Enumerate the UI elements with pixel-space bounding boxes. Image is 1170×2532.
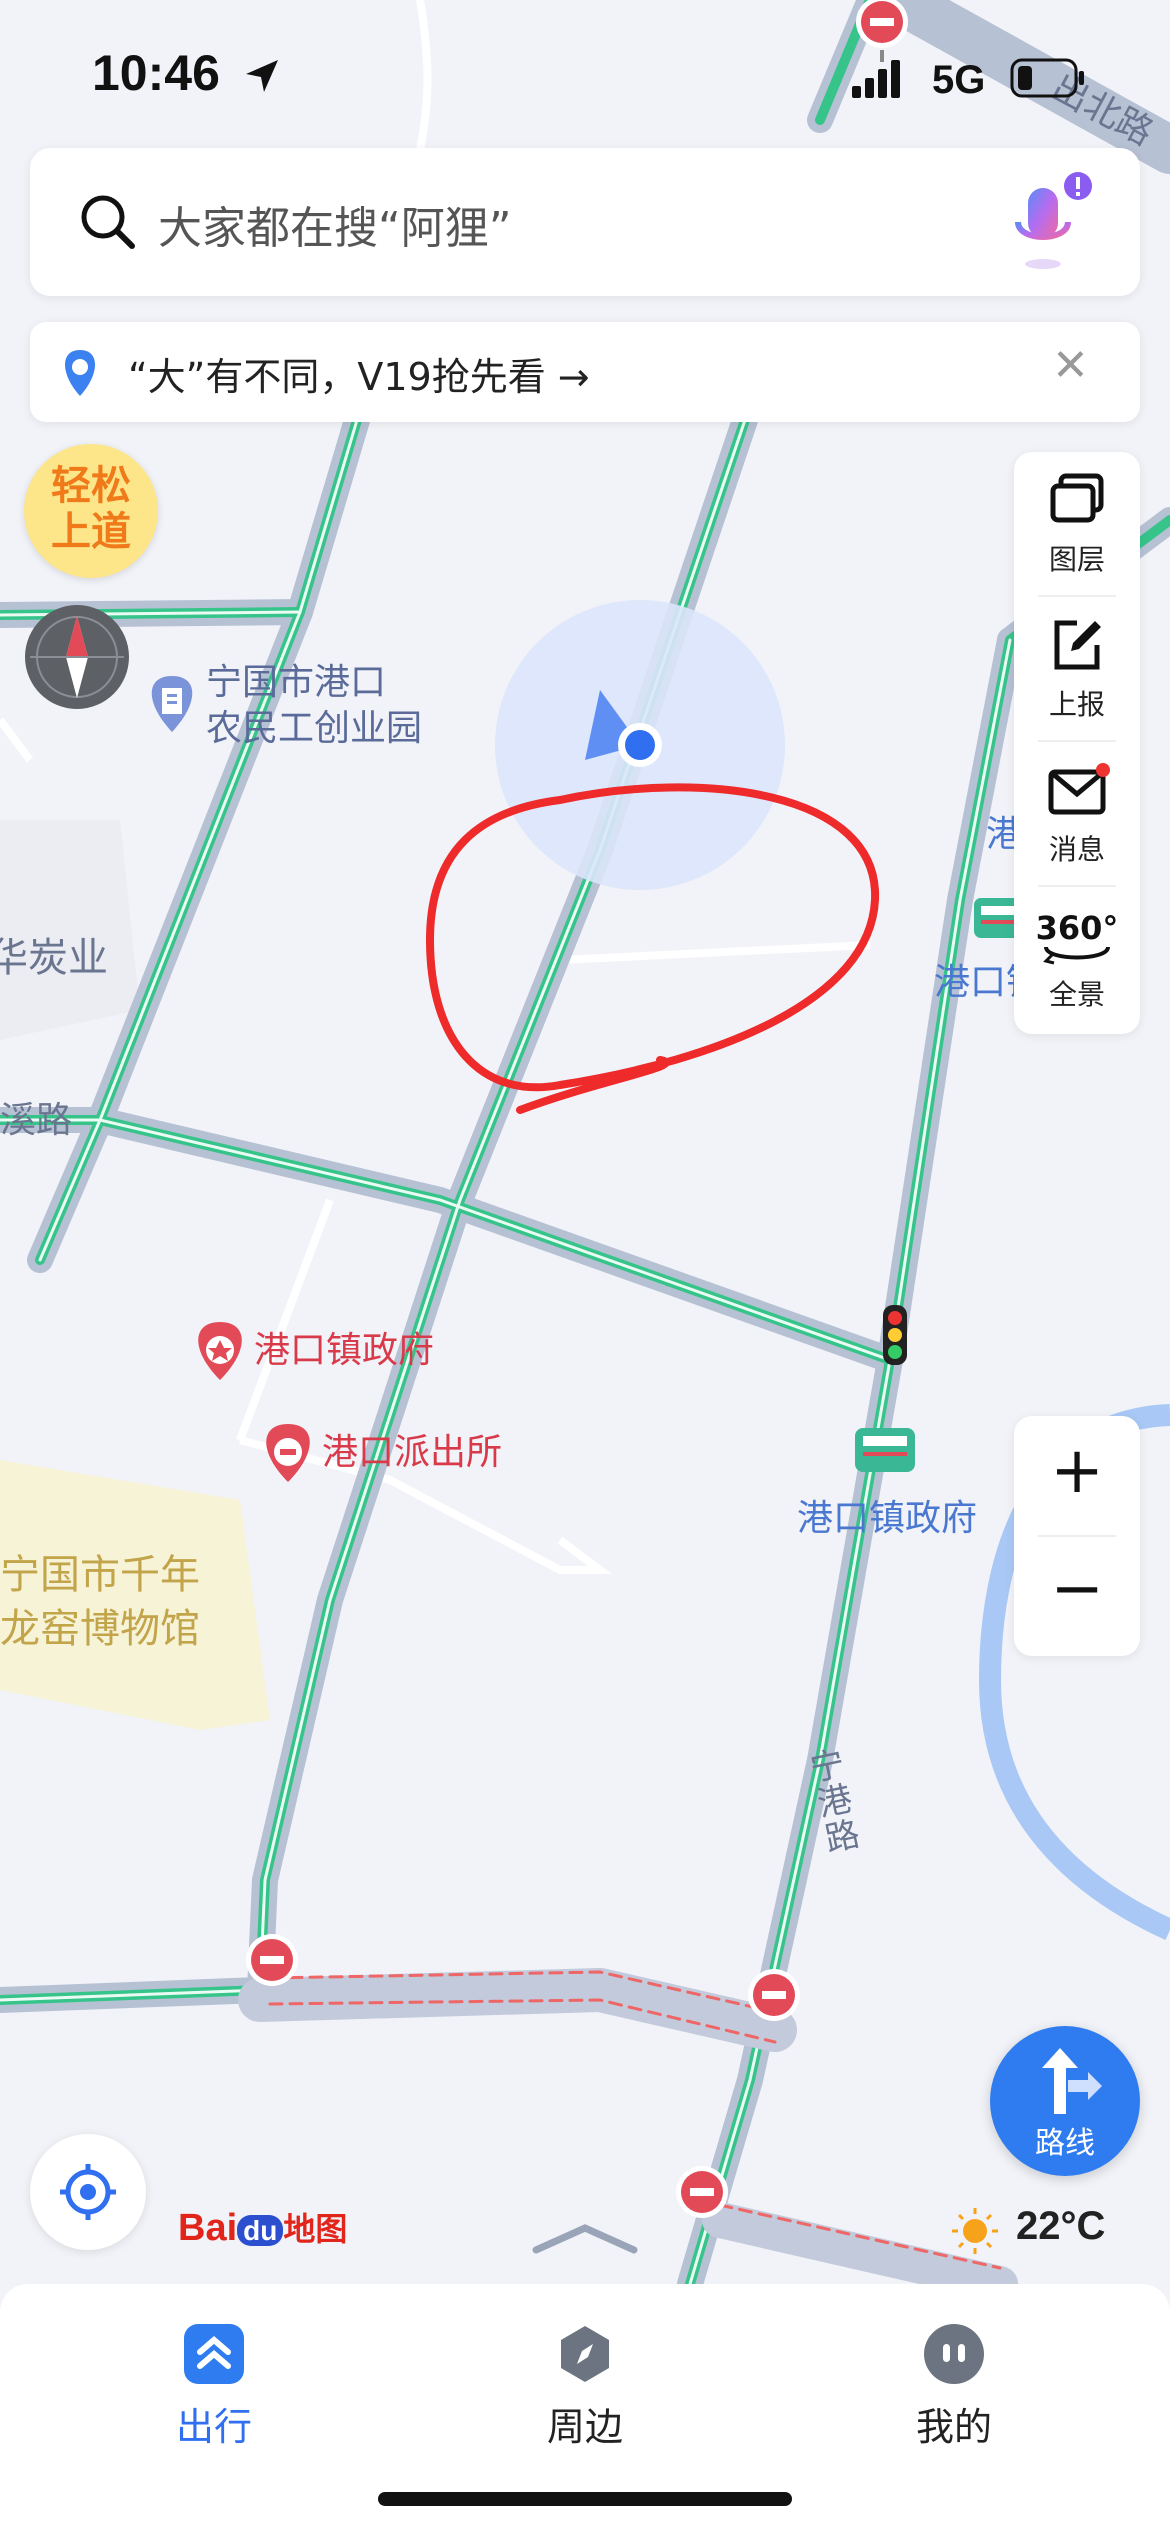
location-arrow-icon (246, 60, 278, 92)
road-label-left-2: 溪路 (0, 1100, 73, 1141)
area-label-left-1: 华炭业 (0, 935, 108, 981)
poi-label-park[interactable]: 宁国市港口 农民工创业园 (206, 660, 422, 752)
government-pin-icon[interactable] (198, 1322, 242, 1380)
nav-travel[interactable]: 出行 (114, 2304, 314, 2454)
locate-me-button[interactable] (30, 2134, 146, 2250)
nav-nearby-label: 周边 (546, 2405, 623, 2449)
signal-icon (852, 60, 900, 98)
nav-nearby[interactable]: 周边 (485, 2304, 685, 2454)
bus-stop-label-1[interactable]: 港口镇政府 (797, 1496, 977, 1542)
messages-label: 消息 (1048, 833, 1105, 866)
messages-button[interactable]: 消息 (1014, 742, 1140, 882)
home-indicator (378, 2492, 792, 2506)
nav-mine-label: 我的 (915, 2405, 992, 2449)
poi-label-town-gov[interactable]: 港口镇政府 (254, 1328, 434, 1374)
route-arrow-icon (1042, 2048, 1102, 2114)
panorama-arc-icon (1043, 946, 1110, 965)
easy-road-line1: 轻松 (51, 463, 131, 509)
crosshair-icon (60, 2164, 116, 2220)
battery-icon (1010, 58, 1084, 98)
divider (1038, 595, 1116, 597)
search-icon (81, 195, 135, 249)
easy-road-line2: 上道 (51, 509, 131, 555)
logo-ditu: 地图 (283, 2211, 348, 2247)
traffic-light-icon (883, 1305, 907, 1365)
promo-banner[interactable]: “大”有不同，V19抢先看 → ✕ (30, 322, 1140, 422)
close-icon[interactable]: ✕ (1052, 340, 1089, 391)
left-grey-area (0, 820, 140, 1040)
sun-icon (952, 2208, 998, 2254)
mail-icon (1048, 763, 1110, 815)
profile-icon (924, 2324, 984, 2384)
panorama-label: 全景 (1048, 978, 1105, 1011)
zoom-out-button[interactable]: − (1014, 1552, 1140, 1626)
compass-icon[interactable] (22, 602, 132, 712)
layers-icon (1050, 473, 1104, 523)
nav-travel-label: 出行 (175, 2405, 252, 2449)
zoom-in-button[interactable]: + (1014, 1434, 1140, 1508)
park-pin-icon[interactable] (151, 676, 193, 732)
logo-du: du (237, 2215, 284, 2246)
search-input[interactable]: 大家都在搜“阿狸” (158, 192, 512, 256)
status-bar: 10:46 5G (0, 0, 1170, 150)
layers-label: 图层 (1048, 543, 1105, 576)
search-bar[interactable]: 大家都在搜“阿狸” (30, 148, 1140, 296)
status-time: 10:46 (92, 45, 220, 101)
travel-icon (184, 2324, 244, 2384)
zoom-controls: + − (1014, 1416, 1140, 1656)
divider (1038, 885, 1116, 887)
microphone-icon[interactable] (990, 170, 1110, 280)
report-label: 上报 (1048, 688, 1105, 721)
network-type: 5G (932, 58, 986, 102)
weather-widget[interactable]: 22°C (950, 2198, 1140, 2258)
logo-bai: Bai (178, 2207, 238, 2249)
report-button[interactable]: 上报 (1014, 597, 1140, 737)
poi-label-police[interactable]: 港口派出所 (322, 1430, 502, 1476)
police-pin-icon[interactable] (266, 1424, 310, 1482)
panorama-button[interactable]: 360° 全景 (1014, 887, 1140, 1027)
area-label-museum[interactable]: 宁国市千年 龙窑博物馆 (0, 1548, 200, 1656)
baidu-map-logo: Bai du 地图 (178, 2204, 347, 2250)
location-pin-icon (65, 350, 95, 396)
bus-stop-icon (855, 1428, 915, 1472)
report-icon (1054, 620, 1101, 670)
route-button[interactable]: 路线 (990, 2026, 1140, 2176)
bottom-nav: 出行 周边 我的 (0, 2284, 1170, 2532)
current-location-dot-inner (625, 730, 655, 760)
nav-mine[interactable]: 我的 (854, 2304, 1054, 2454)
easy-road-badge[interactable]: 轻松 上道 (24, 444, 158, 578)
banner-text[interactable]: “大”有不同，V19抢先看 → (128, 346, 590, 401)
side-tool-panel: 图层 上报 消息 360° 全景 (1014, 452, 1140, 1034)
chevron-up-icon[interactable] (530, 2218, 640, 2258)
layers-button[interactable]: 图层 (1014, 452, 1140, 592)
weather-temp: 22°C (1016, 2204, 1106, 2248)
divider (1038, 740, 1116, 742)
route-label: 路线 (1035, 2126, 1095, 2161)
compass-nearby-icon (561, 2326, 609, 2382)
divider (1038, 1535, 1116, 1537)
